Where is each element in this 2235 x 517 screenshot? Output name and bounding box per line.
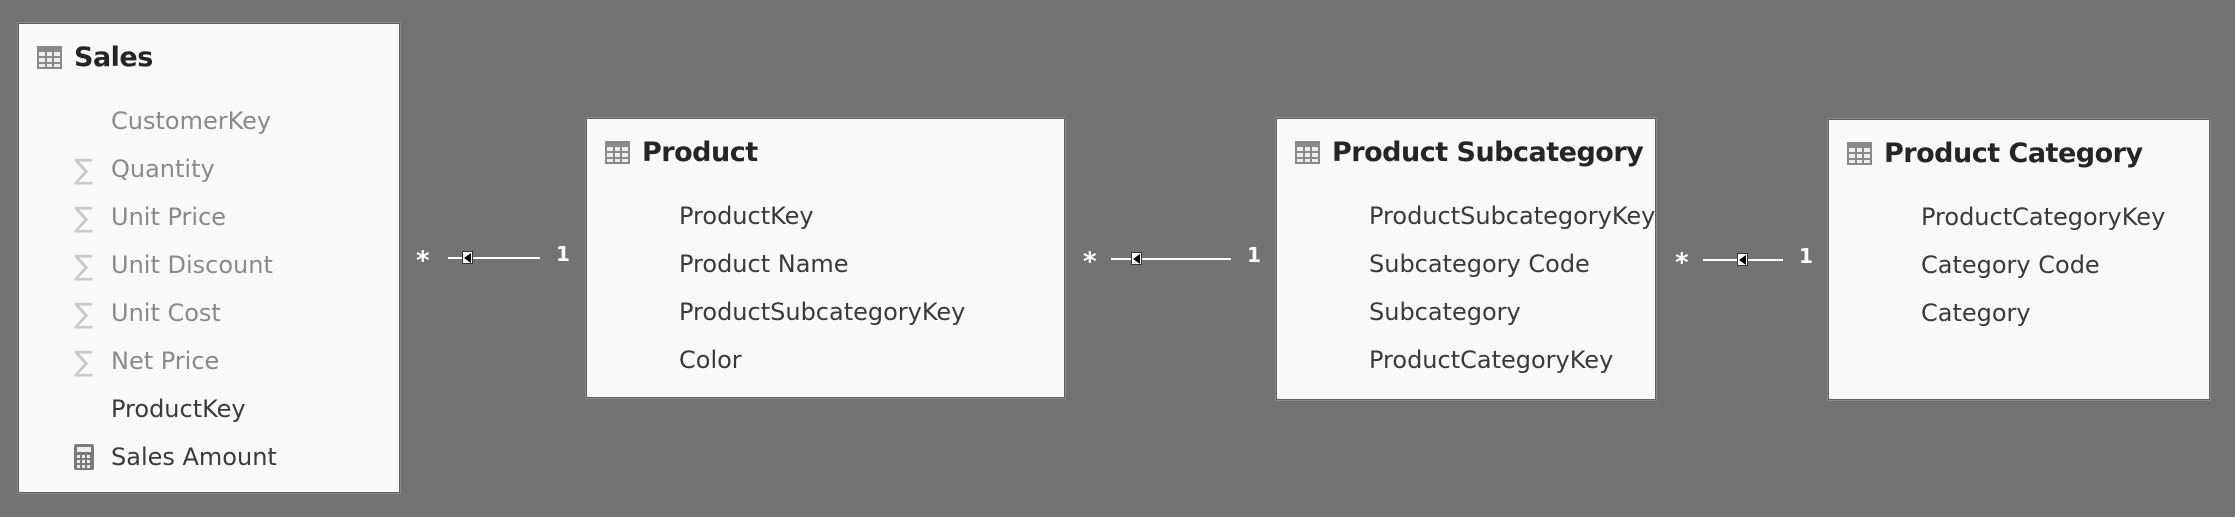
field-row[interactable]: ∑ Unit Price <box>74 193 277 241</box>
field-label: ProductSubcategoryKey <box>679 298 966 326</box>
field-list: ProductCategoryKey Category Code Category <box>1884 193 2165 337</box>
field-label: ProductKey <box>679 202 814 230</box>
table-title: Product <box>642 137 758 168</box>
field-row[interactable]: ∑ Unit Discount <box>74 241 277 289</box>
table-header[interactable]: Product Category <box>1847 138 2143 169</box>
one-cardinality-label: 1 <box>1247 243 1261 267</box>
sigma-icon: ∑ <box>74 152 93 186</box>
field-label: Net Price <box>111 347 220 375</box>
table-icon <box>1847 142 1872 165</box>
field-row[interactable]: ∑ Unit Cost <box>74 289 277 337</box>
many-cardinality-label: * <box>416 246 430 276</box>
table-header[interactable]: Product <box>605 137 758 168</box>
filter-direction-arrow-icon <box>1131 252 1142 265</box>
one-cardinality-label: 1 <box>556 242 570 266</box>
field-label: CustomerKey <box>111 107 272 135</box>
one-cardinality-label: 1 <box>1799 244 1813 268</box>
field-row[interactable]: ProductKey <box>74 385 277 433</box>
relationship-connector[interactable]: * 1 <box>1675 244 1819 278</box>
field-label: ProductCategoryKey <box>1369 346 1614 374</box>
field-row[interactable]: Subcategory Code <box>1332 240 1655 288</box>
field-row[interactable]: CustomerKey <box>74 97 277 145</box>
field-label: ProductSubcategoryKey <box>1369 202 1656 230</box>
field-list: ProductSubcategoryKey Subcategory Code Sub… <box>1332 192 1655 384</box>
table-icon <box>605 141 630 164</box>
field-row[interactable]: Category <box>1884 289 2165 337</box>
table-icon <box>37 46 62 69</box>
calculator-icon <box>74 444 111 470</box>
field-label: Color <box>679 346 742 374</box>
table-card-product[interactable]: Product ProductKey Product Name ProductSubc… <box>586 118 1065 398</box>
field-label: Subcategory <box>1369 298 1521 326</box>
sigma-icon: ∑ <box>74 344 93 378</box>
table-icon <box>1295 141 1320 164</box>
field-row[interactable]: Category Code <box>1884 241 2165 289</box>
relationship-connector[interactable]: * 1 <box>416 242 576 276</box>
relationship-line[interactable] <box>1111 258 1231 260</box>
field-row[interactable]: ProductKey <box>642 192 965 240</box>
table-title: Product Subcategory <box>1332 137 1644 168</box>
field-label: Unit Discount <box>111 251 273 279</box>
table-card-product-subcategory[interactable]: Product Subcategory ProductSubcategoryKey… <box>1276 118 1656 400</box>
field-label: Category <box>1921 299 2031 327</box>
field-row[interactable]: Color <box>642 336 965 384</box>
many-cardinality-label: * <box>1083 247 1097 277</box>
table-title: Sales <box>74 42 153 73</box>
field-row[interactable]: ∑ Net Price <box>74 337 277 385</box>
field-row[interactable]: Product Name <box>642 240 965 288</box>
table-header[interactable]: Product Subcategory <box>1295 137 1644 168</box>
field-row[interactable]: ProductSubcategoryKey <box>1332 192 1655 240</box>
table-card-product-category[interactable]: Product Category ProductCategoryKey Catego… <box>1828 119 2210 400</box>
relationship-connector[interactable]: * 1 <box>1083 243 1267 277</box>
field-row[interactable]: ∑ Quantity <box>74 145 277 193</box>
field-label: ProductKey <box>111 395 246 423</box>
field-label: Subcategory Code <box>1369 250 1590 278</box>
field-label: Sales Amount <box>111 443 277 471</box>
sigma-icon: ∑ <box>74 296 93 330</box>
table-title: Product Category <box>1884 138 2143 169</box>
field-row[interactable]: ProductSubcategoryKey <box>642 288 965 336</box>
field-label: Unit Price <box>111 203 227 231</box>
sigma-icon: ∑ <box>74 200 93 234</box>
table-header[interactable]: Sales <box>37 42 153 73</box>
field-row[interactable]: ProductCategoryKey <box>1332 336 1655 384</box>
many-cardinality-label: * <box>1675 248 1689 278</box>
field-label: Unit Cost <box>111 299 221 327</box>
field-row[interactable]: Subcategory <box>1332 288 1655 336</box>
field-list: CustomerKey ∑ Quantity ∑ Unit Price ∑ Unit Dis… <box>74 97 277 481</box>
field-list: ProductKey Product Name ProductSubcategory… <box>642 192 965 384</box>
table-card-sales[interactable]: Sales CustomerKey ∑ Quantity ∑ Unit Price ∑ Uni… <box>18 23 400 493</box>
field-label: ProductCategoryKey <box>1921 203 2166 231</box>
sigma-icon: ∑ <box>74 248 93 282</box>
field-label: Category Code <box>1921 251 2100 279</box>
filter-direction-arrow-icon <box>462 251 473 264</box>
field-label: Quantity <box>111 155 215 183</box>
field-label: Product Name <box>679 250 849 278</box>
field-row[interactable]: Sales Amount <box>74 433 277 481</box>
field-row[interactable]: ProductCategoryKey <box>1884 193 2165 241</box>
filter-direction-arrow-icon <box>1737 253 1748 266</box>
